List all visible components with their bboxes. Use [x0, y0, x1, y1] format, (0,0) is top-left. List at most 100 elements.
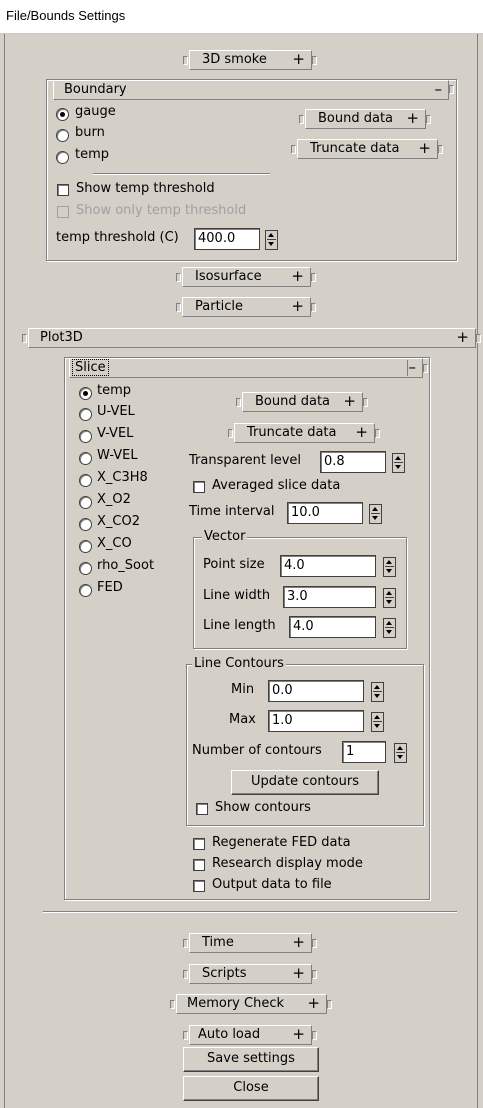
radio-slice-w-vel-label: W-VEL: [97, 448, 138, 463]
radio-slice-x-co2-label: X_CO2: [97, 514, 140, 529]
rollout-plot3d[interactable]: Plot3D +: [28, 328, 476, 348]
time-interval-input[interactable]: 10.0: [287, 502, 363, 524]
show-temp-threshold-checkbox[interactable]: [57, 184, 69, 196]
contour-min-spinner[interactable]: [371, 682, 384, 702]
rollout-right-tick: [327, 1000, 332, 1009]
line-width-label: Line width: [203, 588, 271, 603]
show-contours-checkbox[interactable]: [196, 803, 208, 815]
radio-slice-fed[interactable]: [79, 584, 92, 597]
regenerate-fed-label: Regenerate FED data: [212, 835, 351, 850]
window-title: File/Bounds Settings: [6, 8, 126, 23]
rollout-slice-bound-data[interactable]: Bound data +: [242, 392, 363, 412]
rollout-boundary-truncate-data[interactable]: Truncate data +: [297, 139, 438, 159]
transparent-level-label: Transparent level: [189, 453, 302, 468]
temp-threshold-input[interactable]: 400.0: [194, 228, 260, 250]
rollout-time[interactable]: Time +: [189, 933, 312, 953]
number-of-contours-label: Number of contours: [192, 743, 322, 758]
truncate-data-label: Truncate data: [310, 141, 400, 156]
show-contours-label: Show contours: [215, 800, 311, 815]
rollout-scripts-label: Scripts: [202, 966, 247, 981]
contour-min-input[interactable]: 0.0: [268, 680, 364, 702]
radio-slice-u-vel-label: U-VEL: [97, 404, 135, 419]
rollout-left-tick: [183, 939, 188, 948]
rollout-right-tick: [312, 56, 317, 65]
time-interval-spinner[interactable]: [369, 504, 382, 524]
window-right-border: [477, 34, 478, 1108]
contour-min-label: Min: [231, 682, 255, 697]
bound-data-label: Bound data: [318, 111, 394, 126]
transparent-level-spinner[interactable]: [392, 453, 405, 473]
show-only-temp-threshold-checkbox[interactable]: [57, 206, 69, 218]
rollout-boundary-bound-data[interactable]: Bound data +: [305, 109, 426, 129]
rollout-scripts[interactable]: Scripts +: [189, 964, 312, 984]
number-of-contours-spinner[interactable]: [394, 743, 407, 763]
radio-slice-w-vel[interactable]: [79, 452, 92, 465]
expand-icon: +: [343, 392, 356, 410]
rollout-left-tick: [176, 273, 181, 282]
radio-slice-temp[interactable]: [79, 387, 92, 400]
radio-slice-x-o2-label: X_O2: [97, 492, 131, 507]
point-size-input[interactable]: 4.0: [280, 555, 376, 577]
rollout-boundary-label: Boundary: [64, 82, 127, 97]
averaged-slice-data-checkbox[interactable]: [193, 481, 205, 493]
rollout-right-tick: [363, 398, 368, 407]
rollout-left-tick: [291, 145, 296, 154]
rollout-isosurface[interactable]: Isosurface +: [182, 267, 311, 287]
line-width-input[interactable]: 3.0: [283, 586, 376, 608]
rollout-right-tick: [311, 303, 316, 312]
line-length-input[interactable]: 4.0: [289, 616, 376, 638]
rollout-left-tick: [176, 303, 181, 312]
rollout-3d-smoke[interactable]: 3D smoke +: [189, 50, 312, 70]
show-only-temp-threshold-label: Show only temp threshold: [76, 203, 247, 218]
radio-temp[interactable]: [56, 151, 69, 164]
rollout-left-tick: [170, 1000, 175, 1009]
rollout-left-tick: [228, 429, 233, 438]
expand-icon: +: [456, 328, 469, 346]
radio-burn[interactable]: [56, 129, 69, 142]
radio-slice-x-co2[interactable]: [79, 518, 92, 531]
temp-threshold-spinner[interactable]: [265, 230, 278, 250]
line-width-spinner[interactable]: [383, 588, 396, 608]
rollout-auto-load[interactable]: Auto load +: [189, 1025, 312, 1045]
line-length-label: Line length: [203, 618, 276, 633]
radio-slice-v-vel[interactable]: [79, 430, 92, 443]
rollout-particle[interactable]: Particle +: [182, 297, 311, 317]
radio-slice-rho-soot[interactable]: [79, 562, 92, 575]
rollout-memory-check[interactable]: Memory Check +: [176, 994, 327, 1014]
rollout-left-tick: [299, 115, 304, 124]
line-contours-group-title: Line Contours: [192, 656, 286, 671]
rollout-right-tick: [312, 1031, 317, 1040]
time-interval-label: Time interval: [189, 504, 275, 519]
rollout-boundary[interactable]: Boundary –: [53, 80, 449, 100]
contour-max-input[interactable]: 1.0: [268, 710, 364, 732]
rollout-left-tick: [183, 970, 188, 979]
transparent-level-input[interactable]: 0.8: [320, 451, 386, 473]
research-mode-checkbox[interactable]: [193, 859, 205, 871]
line-length-spinner[interactable]: [383, 618, 396, 638]
contour-max-spinner[interactable]: [371, 712, 384, 732]
rollout-memory-check-label: Memory Check: [187, 996, 284, 1011]
expand-icon: +: [291, 267, 304, 285]
rollout-right-tick: [312, 939, 317, 948]
rollout-slice[interactable]: Slice –: [69, 358, 423, 378]
save-settings-button[interactable]: Save settings: [183, 1047, 319, 1072]
radio-slice-x-c3h8[interactable]: [79, 474, 92, 487]
number-of-contours-input[interactable]: 1: [342, 741, 386, 763]
radio-slice-fed-label: FED: [97, 580, 123, 595]
settings-window: File/Bounds Settings 3D smoke + Boundary…: [0, 0, 483, 1108]
output-file-checkbox[interactable]: [193, 880, 205, 892]
rollout-left-tick: [22, 334, 27, 343]
radio-slice-x-co[interactable]: [79, 540, 92, 553]
close-button[interactable]: Close: [183, 1076, 319, 1101]
radio-gauge[interactable]: [56, 108, 69, 121]
rollout-3d-smoke-label: 3D smoke: [202, 52, 267, 67]
radio-slice-x-o2[interactable]: [79, 496, 92, 509]
regenerate-fed-checkbox[interactable]: [193, 838, 205, 850]
rollout-plot3d-label: Plot3D: [40, 330, 83, 345]
point-size-spinner[interactable]: [383, 557, 396, 577]
radio-slice-u-vel[interactable]: [79, 408, 92, 421]
expand-icon: +: [291, 297, 304, 315]
contour-max-label: Max: [229, 712, 256, 727]
update-contours-button[interactable]: Update contours: [231, 770, 379, 795]
rollout-slice-truncate-data[interactable]: Truncate data +: [234, 423, 375, 443]
